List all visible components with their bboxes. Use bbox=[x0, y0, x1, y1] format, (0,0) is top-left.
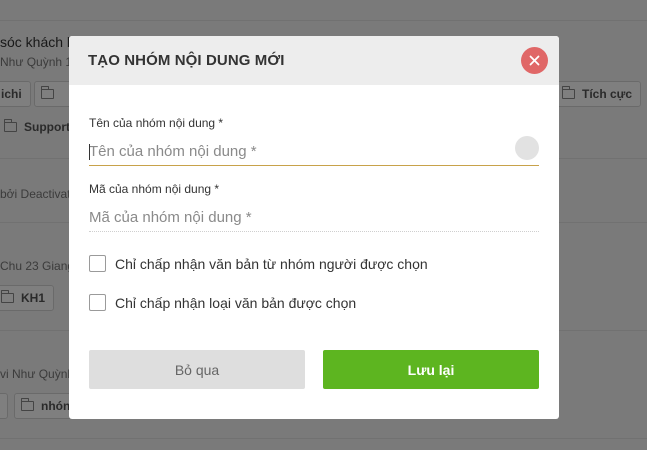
accept-from-groups-option[interactable]: Chỉ chấp nhận văn bản từ nhóm người được… bbox=[89, 255, 428, 272]
dialog-header: TẠO NHÓM NỘI DUNG MỚI bbox=[69, 36, 559, 85]
accept-from-groups-label: Chỉ chấp nhận văn bản từ nhóm người được… bbox=[115, 255, 428, 272]
group-code-field bbox=[89, 204, 539, 232]
close-icon bbox=[529, 55, 540, 66]
group-code-input[interactable] bbox=[89, 204, 539, 231]
group-name-field bbox=[89, 136, 539, 166]
text-caret bbox=[89, 144, 90, 160]
dialog-title: TẠO NHÓM NỘI DUNG MỚI bbox=[88, 52, 285, 69]
group-code-label: Mã của nhóm nội dung * bbox=[89, 182, 220, 196]
group-name-label: Tên của nhóm nội dung * bbox=[89, 116, 224, 130]
close-button[interactable] bbox=[521, 47, 548, 74]
cancel-button[interactable]: Bỏ qua bbox=[89, 350, 305, 389]
create-content-group-dialog: TẠO NHÓM NỘI DUNG MỚI Tên của nhóm nội d… bbox=[69, 36, 559, 419]
accept-doc-types-option[interactable]: Chỉ chấp nhận loại văn bản được chọn bbox=[89, 294, 356, 311]
accept-from-groups-checkbox[interactable] bbox=[89, 255, 106, 272]
accept-doc-types-checkbox[interactable] bbox=[89, 294, 106, 311]
group-name-input[interactable] bbox=[89, 138, 539, 165]
accept-doc-types-label: Chỉ chấp nhận loại văn bản được chọn bbox=[115, 294, 357, 311]
save-button[interactable]: Lưu lại bbox=[323, 350, 539, 389]
field-status-indicator bbox=[515, 136, 539, 160]
